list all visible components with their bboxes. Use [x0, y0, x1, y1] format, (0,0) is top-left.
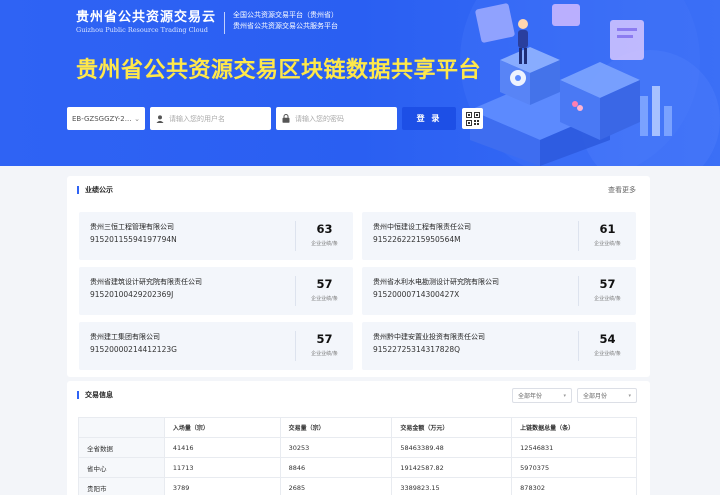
password-input[interactable] — [295, 114, 391, 123]
password-field-wrapper — [276, 107, 397, 130]
performance-count: 54 — [599, 332, 616, 346]
column-header: 交易量（宗） — [279, 417, 392, 438]
month-filter-value: 全部月份 — [583, 393, 608, 400]
company-name: 贵州省建筑设计研究院有限责任公司 — [90, 278, 202, 286]
lock-icon — [282, 114, 290, 123]
table-header-row: 入场量（宗） 交易量（宗） 交易金额（万元） 上链数据总量（条） — [78, 417, 637, 438]
column-header — [78, 417, 165, 438]
qr-code-button[interactable] — [462, 108, 483, 129]
table-cell: 41416 — [163, 437, 281, 458]
year-filter-value: 全部年份 — [518, 393, 543, 400]
performance-count: 63 — [316, 222, 333, 236]
hero-banner: 贵州省公共资源交易云 Guizhou Public Resource Tradi… — [0, 0, 720, 166]
username-input[interactable] — [169, 114, 265, 123]
table-cell: 878302 — [511, 477, 637, 495]
page-title: 贵州省公共资源交易区块链数据共享平台 — [76, 58, 482, 83]
row-label: 全省数据 — [78, 437, 165, 458]
chevron-down-icon: ▾ — [563, 392, 566, 399]
company-card[interactable]: 贵州中恒建设工程有限责任公司 91522622215950564M 61 企业业… — [362, 212, 636, 260]
table-cell: 58463389.48 — [391, 437, 512, 458]
user-icon — [156, 114, 164, 123]
table-cell: 11713 — [163, 457, 281, 478]
logo-subtitle-2: 贵州省公共资源交易公共服务平台 — [233, 22, 339, 30]
table-cell: 19142587.82 — [391, 457, 512, 478]
chevron-down-icon: ⌄ — [134, 114, 140, 123]
company-name: 贵州建工集团有限公司 — [90, 333, 160, 341]
section-accent-bar — [77, 186, 79, 194]
table-cell: 8846 — [279, 457, 392, 478]
table-cell: 2685 — [279, 477, 392, 495]
section-title: 业绩公示 — [85, 186, 113, 194]
table-cell: 5970375 — [511, 457, 637, 478]
table-cell: 3789 — [163, 477, 281, 495]
logo-chinese-name: 贵州省公共资源交易云 — [76, 10, 217, 25]
logo-divider — [224, 12, 226, 34]
company-credit-code: 91522622215950564M — [373, 235, 461, 244]
company-credit-code: 91520100429202369J — [90, 290, 174, 299]
company-card[interactable]: 贵州三恒工程管理有限公司 91520115594197794N 63 企业业绩/… — [79, 212, 353, 260]
company-card[interactable]: 贵州建工集团有限公司 91520000214412123G 57 企业业绩/条 — [79, 322, 353, 370]
performance-count: 57 — [599, 277, 616, 291]
logo-english-name: Guizhou Public Resource Trading Cloud — [76, 26, 208, 34]
table-row: 全省数据 41416 30253 58463389.48 12546831 — [78, 437, 637, 458]
login-button[interactable]: 登 录 — [402, 107, 456, 130]
trade-info-section: 交易信息 全部年份 ▾ 全部月份 ▾ 入场量（宗） 交易量（宗） 交易金额（万元… — [67, 381, 650, 495]
table-cell: 30253 — [279, 437, 392, 458]
company-credit-code: 91520000214412123G — [90, 345, 177, 354]
table-cell: 3389823.15 — [391, 477, 512, 495]
company-credit-code: 91520000714300427X — [373, 290, 460, 299]
row-label: 省中心 — [78, 457, 165, 478]
company-name: 贵州黔中建安置业投资有限责任公司 — [373, 333, 485, 341]
performance-count: 57 — [316, 332, 333, 346]
company-card[interactable]: 贵州省水利水电勘测设计研究院有限公司 91520000714300427X 57… — [362, 267, 636, 315]
login-form: EB-GZSGGZY-2... ⌄ 登 录 — [67, 107, 483, 130]
company-card[interactable]: 贵州省建筑设计研究院有限责任公司 91520100429202369J 57 企… — [79, 267, 353, 315]
certificate-select-value: EB-GZSGGZY-2... — [72, 114, 132, 123]
table-row: 贵阳市 3789 2685 3389823.15 878302 — [78, 477, 637, 495]
month-filter-select[interactable]: 全部月份 ▾ — [577, 388, 637, 403]
performance-unit: 企业业绩/条 — [311, 296, 338, 302]
performance-unit: 企业业绩/条 — [594, 241, 621, 247]
section-accent-bar — [77, 391, 79, 399]
username-field-wrapper — [150, 107, 271, 130]
qr-code-icon — [465, 111, 480, 126]
section-header: 交易信息 — [77, 390, 113, 400]
company-credit-code: 91520115594197794N — [90, 235, 177, 244]
company-credit-code: 91522725314317828Q — [373, 345, 461, 354]
company-name: 贵州三恒工程管理有限公司 — [90, 223, 174, 231]
performance-count: 57 — [316, 277, 333, 291]
trade-stats-table: 入场量（宗） 交易量（宗） 交易金额（万元） 上链数据总量（条） 全省数据 41… — [78, 417, 637, 495]
column-header: 入场量（宗） — [163, 417, 281, 438]
view-more-link[interactable]: 查看更多 — [608, 185, 636, 195]
performance-unit: 企业业绩/条 — [311, 241, 338, 247]
performance-count: 61 — [599, 222, 616, 236]
row-label: 贵阳市 — [78, 477, 165, 495]
company-card[interactable]: 贵州黔中建安置业投资有限责任公司 91522725314317828Q 54 企… — [362, 322, 636, 370]
performance-section: 业绩公示 查看更多 贵州三恒工程管理有限公司 91520115594197794… — [67, 176, 650, 377]
table-row: 省中心 11713 8846 19142587.82 5970375 — [78, 457, 637, 478]
chevron-down-icon: ▾ — [628, 392, 631, 399]
column-header: 上链数据总量（条） — [511, 417, 637, 438]
performance-unit: 企业业绩/条 — [594, 296, 621, 302]
logo-subtitle-1: 全国公共资源交易平台（贵州省） — [233, 11, 339, 19]
performance-unit: 企业业绩/条 — [311, 351, 338, 357]
certificate-select[interactable]: EB-GZSGGZY-2... ⌄ — [67, 107, 145, 130]
site-logo[interactable]: 贵州省公共资源交易云 Guizhou Public Resource Tradi… — [76, 10, 338, 35]
company-name: 贵州中恒建设工程有限责任公司 — [373, 223, 471, 231]
table-cell: 12546831 — [511, 437, 637, 458]
section-title: 交易信息 — [85, 391, 113, 399]
performance-unit: 企业业绩/条 — [594, 351, 621, 357]
company-name: 贵州省水利水电勘测设计研究院有限公司 — [373, 278, 499, 286]
year-filter-select[interactable]: 全部年份 ▾ — [512, 388, 572, 403]
column-header: 交易金额（万元） — [391, 417, 512, 438]
section-header: 业绩公示 — [77, 185, 113, 195]
